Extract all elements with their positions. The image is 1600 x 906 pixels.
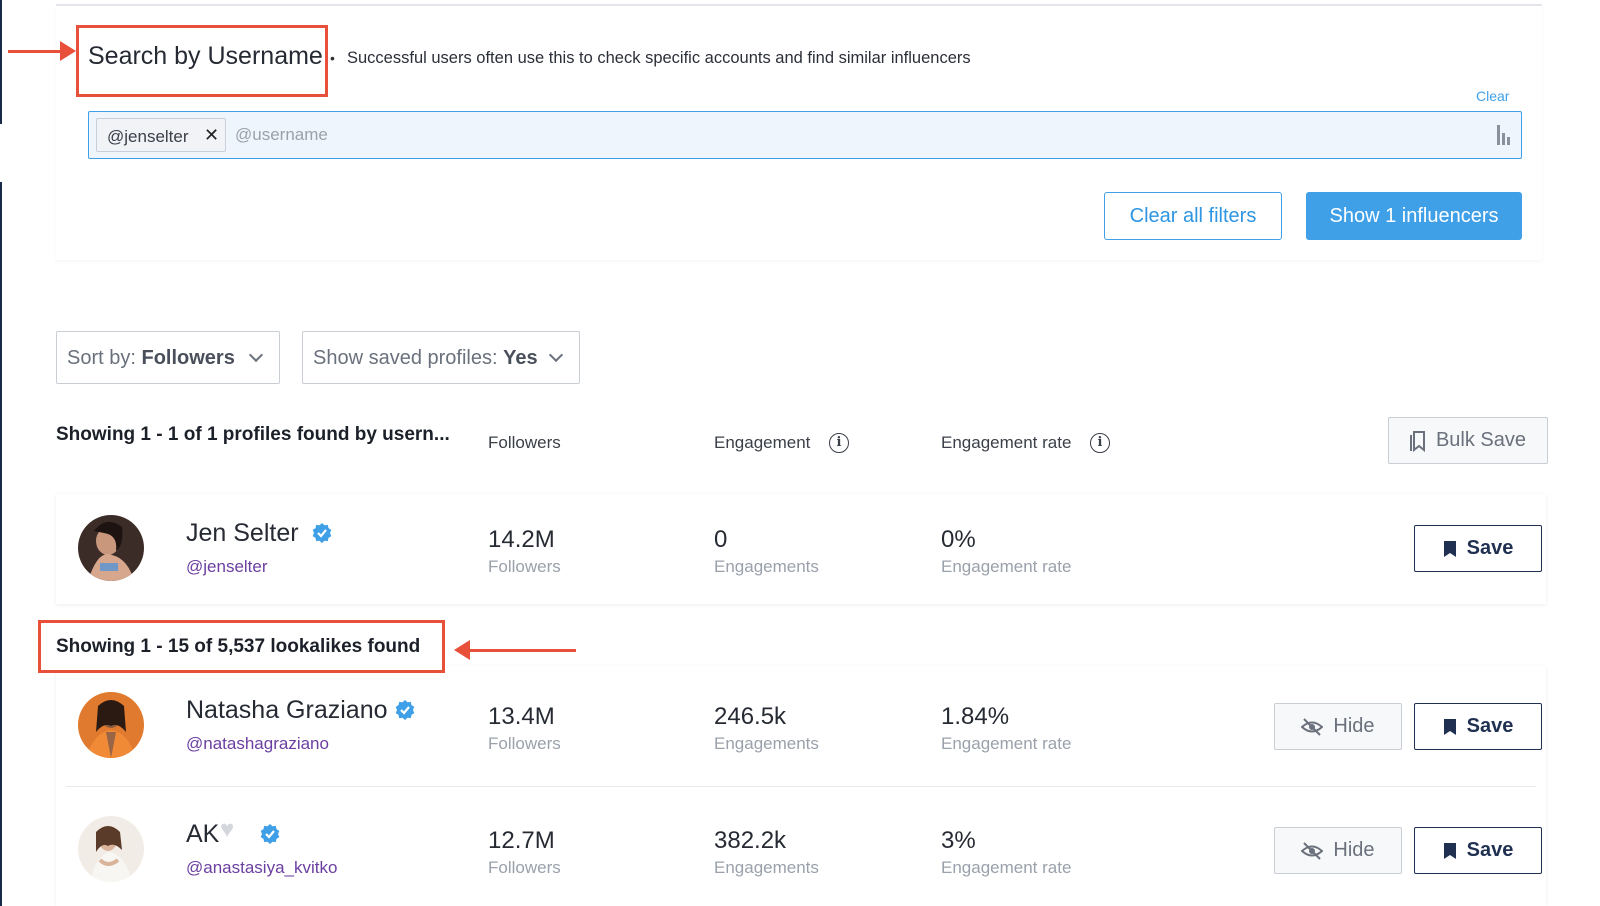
search-hint: Successful users often use this to check… — [347, 49, 971, 67]
results-heading: Showing 1 - 1 of 1 profiles found by use… — [56, 424, 450, 445]
bookmark-icon — [1443, 540, 1456, 557]
column-engagement: Engagement — [714, 433, 811, 452]
avatar — [78, 692, 144, 758]
sort-label: Sort by: Followers — [67, 347, 235, 369]
eye-slash-icon — [1300, 718, 1324, 736]
followers-label: Followers — [488, 858, 561, 877]
engagement-rate-label: Engagement rate — [941, 734, 1072, 753]
chevron-down-icon — [248, 347, 264, 363]
lookalike-name[interactable]: AK — [186, 820, 219, 849]
column-engagement-rate: Engagement rate — [941, 433, 1072, 452]
close-icon[interactable]: ✕ — [204, 125, 219, 146]
engagements-value: 246.5k — [714, 703, 787, 730]
bullet: • — [330, 50, 335, 66]
row-divider — [66, 786, 1536, 787]
bars-icon — [1497, 125, 1511, 145]
lookalike-handle[interactable]: @natashagraziano — [186, 734, 329, 754]
followers-value: 13.4M — [488, 703, 555, 730]
info-icon[interactable]: i — [829, 433, 849, 453]
verified-icon — [312, 523, 332, 543]
saved-profiles-dropdown[interactable]: Show saved profiles: Yes — [302, 331, 580, 384]
verified-icon — [395, 700, 415, 720]
annotation-arrow-search — [8, 50, 62, 53]
verified-icon — [260, 824, 280, 844]
annotation-arrowhead-search — [60, 41, 76, 61]
bookmark-icon — [1409, 430, 1425, 452]
username-search-field[interactable]: @jenselter ✕ — [88, 111, 1522, 159]
engagements-label: Engagements — [714, 858, 819, 877]
saved-profiles-label: Show saved profiles: Yes — [313, 347, 538, 369]
engagements-label: Engagements — [714, 734, 819, 753]
username-input[interactable] — [235, 120, 1435, 150]
followers-value: 14.2M — [488, 526, 555, 553]
engagement-rate-value: 3% — [941, 827, 976, 854]
sort-dropdown[interactable]: Sort by: Followers — [56, 331, 280, 384]
chevron-down-icon — [548, 347, 564, 363]
engagement-rate-label: Engagement rate — [941, 858, 1072, 877]
annotation-arrow-lookalikes — [468, 649, 576, 652]
hide-button[interactable]: Hide — [1274, 827, 1402, 874]
followers-label: Followers — [488, 734, 561, 753]
engagements-value: 382.2k — [714, 827, 787, 854]
bulk-save-button[interactable]: Bulk Save — [1388, 417, 1548, 464]
engagement-rate-value: 0% — [941, 526, 976, 553]
info-icon[interactable]: i — [1090, 433, 1110, 453]
engagement-rate-value: 1.84% — [941, 703, 1010, 730]
column-followers: Followers — [488, 433, 561, 452]
profile-row — [56, 494, 1546, 604]
eye-slash-icon — [1300, 842, 1324, 860]
lookalike-handle[interactable]: @anastasiya_kvitko — [186, 858, 337, 878]
hide-button[interactable]: Hide — [1274, 703, 1402, 750]
clear-all-filters-button[interactable]: Clear all filters — [1104, 192, 1282, 240]
engagement-rate-label: Engagement rate — [941, 557, 1072, 576]
chip-label: @jenselter — [107, 127, 189, 146]
search-title: Search by Username — [88, 42, 323, 70]
engagements-value: 0 — [714, 526, 728, 553]
profile-name[interactable]: Jen Selter — [186, 519, 299, 548]
bookmark-icon — [1443, 718, 1456, 735]
save-button[interactable]: Save — [1414, 525, 1542, 572]
followers-value: 12.7M — [488, 827, 555, 854]
left-edge — [0, 0, 2, 906]
bookmark-icon — [1443, 842, 1456, 859]
show-influencers-button[interactable]: Show 1 influencers — [1306, 192, 1522, 240]
lookalike-name[interactable]: Natasha Graziano — [186, 696, 388, 725]
profile-handle[interactable]: @jenselter — [186, 557, 268, 577]
avatar — [78, 515, 144, 581]
followers-label: Followers — [488, 557, 561, 576]
clear-link[interactable]: Clear — [1476, 88, 1509, 104]
white-heart-icon: ♥ — [220, 816, 235, 843]
username-chip: @jenselter ✕ — [96, 118, 226, 152]
save-button[interactable]: Save — [1414, 703, 1542, 750]
engagements-label: Engagements — [714, 557, 819, 576]
avatar — [78, 816, 144, 882]
save-button[interactable]: Save — [1414, 827, 1542, 874]
lookalikes-heading: Showing 1 - 15 of 5,537 lookalikes found — [56, 636, 421, 657]
